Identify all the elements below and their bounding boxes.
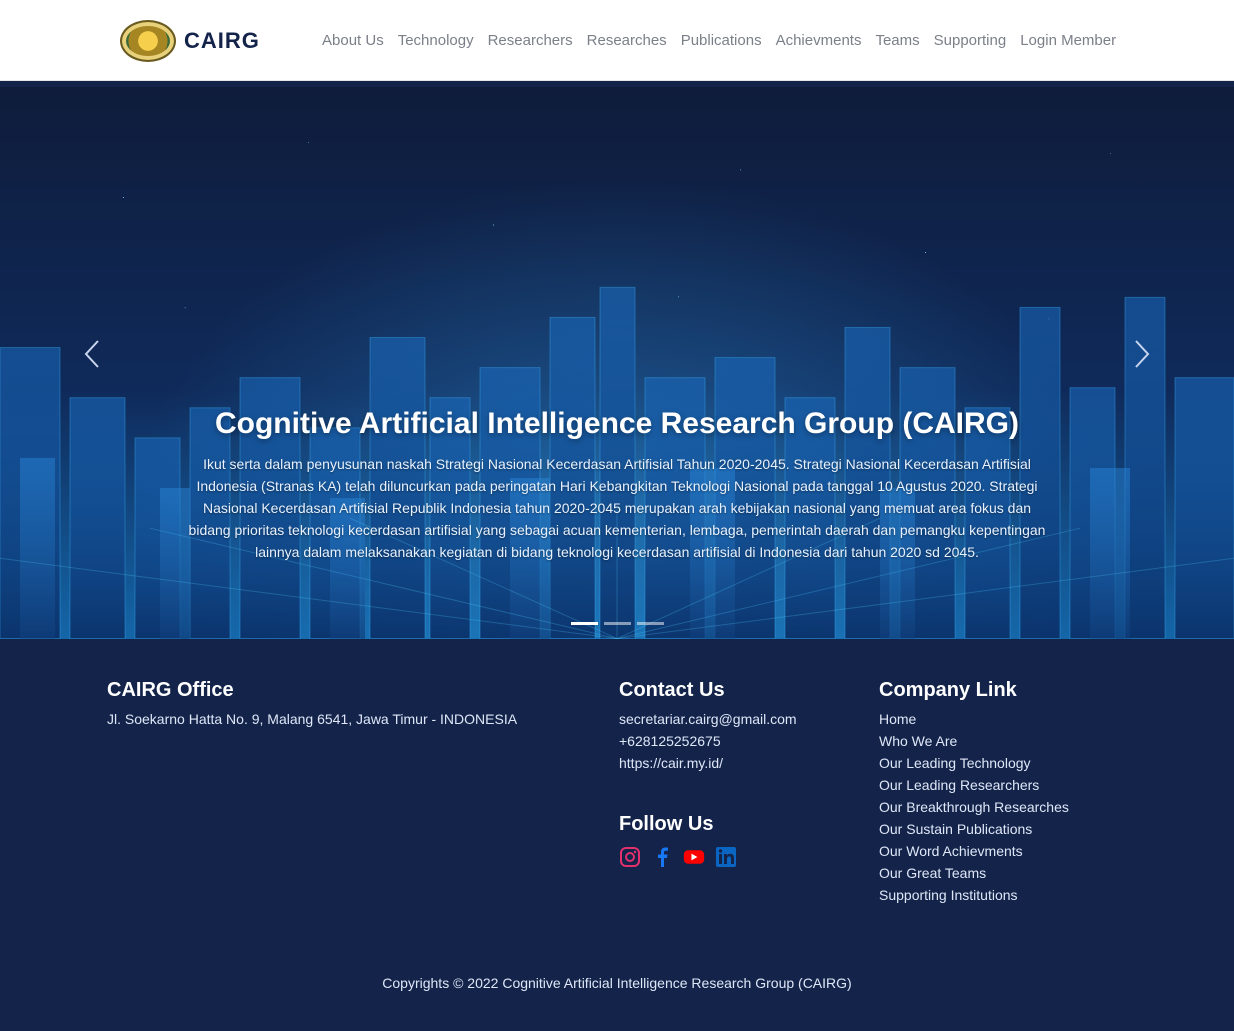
- carousel-next-button[interactable]: [1125, 337, 1159, 371]
- nav-achievements[interactable]: Achievments: [776, 32, 862, 49]
- carousel-prev-button[interactable]: [75, 337, 109, 371]
- footer-contact: Contact Us secretariar.cairg@gmail.com +…: [619, 679, 797, 774]
- company-link-technology[interactable]: Our Leading Technology: [879, 752, 1069, 774]
- chevron-left-icon: [84, 340, 99, 368]
- company-link-researchers[interactable]: Our Leading Researchers: [879, 774, 1069, 796]
- carousel-indicator-3[interactable]: [636, 622, 664, 625]
- footer-office: CAIRG Office Jl. Soekarno Hatta No. 9, M…: [107, 679, 517, 730]
- hero-carousel: Cognitive Artificial Intelligence Resear…: [0, 87, 1234, 639]
- nav-about-us[interactable]: About Us: [322, 32, 384, 49]
- company-link-supporting[interactable]: Supporting Institutions: [879, 884, 1069, 906]
- hero-caption: Cognitive Artificial Intelligence Resear…: [0, 407, 1234, 563]
- hero-description: Ikut serta dalam penyusunan naskah Strat…: [188, 456, 1046, 560]
- office-title: CAIRG Office: [107, 679, 234, 701]
- facebook-icon[interactable]: [651, 846, 673, 868]
- nav-login-member[interactable]: Login Member: [1020, 32, 1116, 49]
- hero-title: Cognitive Artificial Intelligence Resear…: [214, 407, 1020, 440]
- company-link-who-we-are[interactable]: Who We Are: [879, 730, 1069, 752]
- contact-phone-link[interactable]: +628125252675: [619, 730, 797, 752]
- linkedin-icon[interactable]: [715, 846, 737, 868]
- social-links: [619, 846, 737, 868]
- company-title: Company Link: [879, 679, 1017, 701]
- company-link-teams[interactable]: Our Great Teams: [879, 862, 1069, 884]
- contact-email-link[interactable]: secretariar.cairg@gmail.com: [619, 708, 797, 730]
- footer-follow: Follow Us: [619, 813, 737, 868]
- nav-researchers[interactable]: Researchers: [488, 32, 573, 49]
- instagram-icon[interactable]: [619, 846, 641, 868]
- carousel-indicators: [0, 622, 1234, 625]
- follow-title: Follow Us: [619, 813, 714, 835]
- logo-emblem: [120, 20, 176, 62]
- nav-researches[interactable]: Researches: [587, 32, 667, 49]
- company-link-achievements[interactable]: Our Word Achievments: [879, 840, 1069, 862]
- brand-name: CAIRG: [184, 28, 260, 53]
- carousel-indicator-1[interactable]: [570, 622, 598, 625]
- site-header: CAIRG About Us Technology Researchers Re…: [0, 0, 1234, 81]
- nav-publications[interactable]: Publications: [681, 32, 762, 49]
- footer-company-links: Company Link Home Who We Are Our Leading…: [879, 679, 1069, 906]
- contact-title: Contact Us: [619, 679, 725, 701]
- contact-website-link[interactable]: https://cair.my.id/: [619, 752, 797, 774]
- carousel-indicator-2[interactable]: [603, 622, 631, 625]
- company-link-researches[interactable]: Our Breakthrough Researches: [879, 796, 1069, 818]
- site-footer: CAIRG Office Jl. Soekarno Hatta No. 9, M…: [0, 639, 1234, 1031]
- chevron-right-icon: [1135, 340, 1150, 368]
- nav-technology[interactable]: Technology: [398, 32, 474, 49]
- brand-logo[interactable]: CAIRG: [120, 20, 260, 62]
- main-nav: About Us Technology Researchers Research…: [322, 0, 1116, 80]
- youtube-icon[interactable]: [683, 846, 705, 868]
- company-link-publications[interactable]: Our Sustain Publications: [879, 818, 1069, 840]
- nav-supporting[interactable]: Supporting: [934, 32, 1007, 49]
- office-address: Jl. Soekarno Hatta No. 9, Malang 6541, J…: [107, 711, 518, 727]
- copyright-text: Copyrights © 2022 Cognitive Artificial I…: [382, 975, 852, 991]
- company-link-home[interactable]: Home: [879, 708, 1069, 730]
- nav-teams[interactable]: Teams: [875, 32, 919, 49]
